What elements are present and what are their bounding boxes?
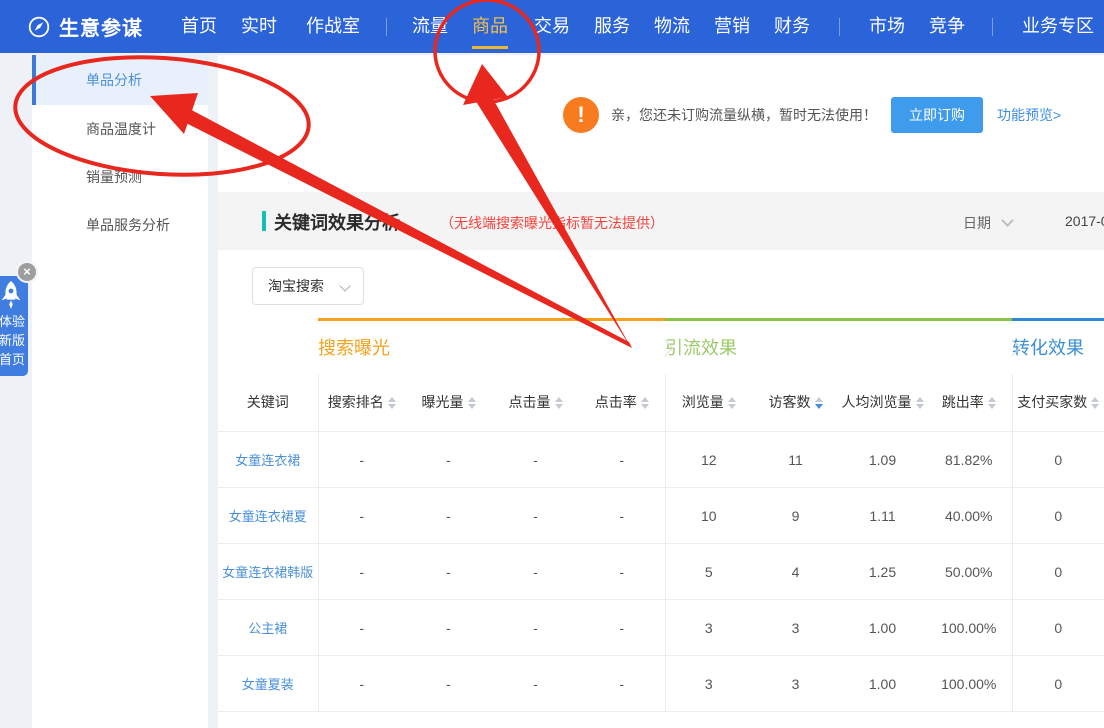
- column-header-exposure[interactable]: 曝光量: [405, 374, 492, 432]
- nav-item-trade[interactable]: 交易: [534, 0, 570, 53]
- column-header-paying-buyers[interactable]: 支付买家数: [1012, 374, 1104, 432]
- section-title: 关键词效果分析: [274, 209, 400, 235]
- keyword-link[interactable]: 公主裙: [248, 621, 287, 636]
- table-row: 公主裙 - - - - 3 3 1.00 100.00% 0: [218, 600, 1104, 656]
- close-icon[interactable]: ×: [16, 261, 38, 283]
- sort-icon: [468, 397, 476, 409]
- sort-icon: [555, 397, 563, 409]
- nav-divider: [839, 18, 840, 36]
- sort-icon: [728, 397, 736, 409]
- feature-preview-link[interactable]: 功能预览>: [997, 105, 1061, 125]
- main-content: ! 亲，您还未订购流量纵横，暂时无法使用！ 立即订购 功能预览> 关键词效果分析…: [218, 55, 1104, 728]
- keyword-link[interactable]: 女童连衣裙韩版: [222, 565, 313, 580]
- title-accent-bar: [262, 211, 266, 231]
- date-picker-value[interactable]: 2017-0: [1065, 213, 1104, 229]
- table-row: 女童连衣裙夏 - - - - 10 9 1.11 40.00% 0: [218, 488, 1104, 544]
- sort-icon: [1091, 397, 1099, 409]
- widget-text-line: 首页: [0, 350, 25, 369]
- nav-item-realtime[interactable]: 实时: [241, 0, 277, 53]
- column-header-visitors[interactable]: 访客数: [752, 374, 839, 432]
- sort-icon-active: [815, 397, 823, 409]
- nav-divider: [386, 18, 387, 36]
- subscription-notice: ! 亲，您还未订购流量纵横，暂时无法使用！ 立即订购 功能预览>: [563, 97, 1061, 133]
- sort-icon: [988, 397, 996, 409]
- nav-item-business-zone[interactable]: 业务专区: [1022, 0, 1094, 53]
- widget-text-line: 新版: [0, 331, 25, 350]
- column-header-bounce-rate[interactable]: 跳出率: [926, 374, 1012, 432]
- column-header-search-rank[interactable]: 搜索排名: [318, 374, 405, 432]
- channel-select[interactable]: 淘宝搜索: [252, 267, 364, 305]
- warning-icon: !: [563, 97, 599, 133]
- sort-icon: [916, 397, 924, 409]
- column-header-keyword: 关键词: [218, 374, 318, 432]
- new-version-float-widget[interactable]: 体验 新版 首页: [0, 276, 28, 376]
- table-row: 女童连衣裙 - - - - 12 11 1.09 81.82% 0: [218, 432, 1104, 488]
- column-header-ctr[interactable]: 点击率: [579, 374, 665, 432]
- notice-text: 亲，您还未订购流量纵横，暂时无法使用！: [611, 105, 877, 125]
- nav-item-war-room[interactable]: 作战室: [306, 0, 360, 53]
- nav-item-service[interactable]: 服务: [594, 0, 630, 53]
- sidebar-item-sales-forecast[interactable]: 销量预测: [32, 153, 208, 201]
- nav-divider: [992, 18, 993, 36]
- nav-item-competition[interactable]: 竞争: [929, 0, 965, 53]
- sidebar: 单品分析 商品温度计 销量预测 单品服务分析: [32, 55, 208, 728]
- widget-text-line: 体验: [0, 312, 25, 331]
- group-header-conversion-effect: 转化效果: [1012, 320, 1104, 374]
- column-header-clicks[interactable]: 点击量: [492, 374, 579, 432]
- date-picker-label[interactable]: 日期: [963, 213, 991, 233]
- order-now-button[interactable]: 立即订购: [891, 97, 983, 133]
- nav-item-finance[interactable]: 财务: [774, 0, 810, 53]
- sidebar-item-product-analysis[interactable]: 单品分析: [32, 55, 208, 105]
- keyword-link[interactable]: 女童夏装: [242, 677, 294, 692]
- chevron-down-icon[interactable]: [1001, 214, 1014, 227]
- chevron-down-icon: [339, 280, 350, 291]
- section-note: （无线端搜索曝光指标暂无法提供）: [440, 213, 664, 233]
- brand[interactable]: 生意参谋: [28, 12, 143, 41]
- brand-logo-icon: [28, 16, 50, 38]
- sort-icon: [641, 397, 649, 409]
- keyword-link[interactable]: 女童连衣裙夏: [229, 509, 307, 524]
- nav-item-logistics[interactable]: 物流: [654, 0, 690, 53]
- nav-item-traffic[interactable]: 流量: [412, 0, 448, 53]
- section-header: 关键词效果分析 （无线端搜索曝光指标暂无法提供） 日期 2017-0: [218, 192, 1104, 250]
- table-header-row: 关键词 搜索排名 曝光量 点击量 点击率 浏览量 访客数 人均浏览量 跳出率 支…: [218, 374, 1104, 432]
- column-header-views-per-visitor[interactable]: 人均浏览量: [839, 374, 926, 432]
- nav-item-marketing[interactable]: 营销: [714, 0, 750, 53]
- nav-item-home[interactable]: 首页: [181, 0, 217, 53]
- channel-select-value: 淘宝搜索: [268, 276, 324, 296]
- table-group-row: 搜索曝光 引流效果 转化效果: [218, 320, 1104, 374]
- group-header-search-exposure: 搜索曝光: [318, 320, 665, 374]
- sort-icon: [388, 397, 396, 409]
- brand-name: 生意参谋: [59, 12, 143, 41]
- sidebar-item-product-service-analysis[interactable]: 单品服务分析: [32, 201, 208, 249]
- table-row: 女童夏装 - - - - 3 3 1.00 100.00% 0: [218, 656, 1104, 712]
- group-header-traffic-effect: 引流效果: [665, 320, 1012, 374]
- keyword-effect-table: 搜索曝光 引流效果 转化效果 关键词 搜索排名 曝光量 点击量 点击率 浏览量 …: [218, 318, 1104, 712]
- top-nav: 生意参谋 首页 实时 作战室 流量 商品 交易 服务 物流 营销 财务 市场 竞…: [0, 0, 1104, 53]
- table-row: 女童连衣裙韩版 - - - - 5 4 1.25 50.00% 0: [218, 544, 1104, 600]
- nav-item-market[interactable]: 市场: [869, 0, 905, 53]
- column-header-pageviews[interactable]: 浏览量: [665, 374, 752, 432]
- sidebar-item-product-thermometer[interactable]: 商品温度计: [32, 105, 208, 153]
- keyword-link[interactable]: 女童连衣裙: [235, 453, 300, 468]
- rocket-icon: [0, 280, 24, 310]
- nav-item-product[interactable]: 商品: [472, 0, 508, 53]
